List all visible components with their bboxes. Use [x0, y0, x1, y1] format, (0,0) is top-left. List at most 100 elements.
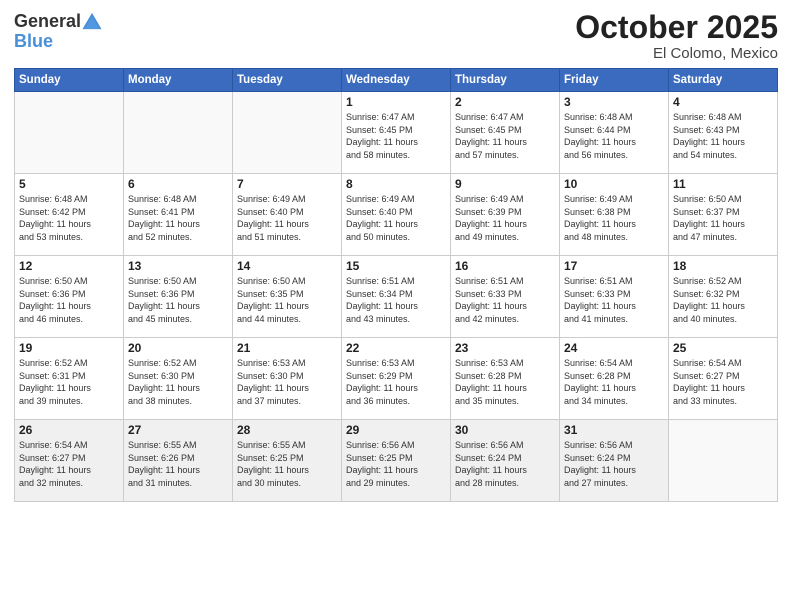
- day-number: 28: [237, 423, 337, 437]
- day-number: 4: [673, 95, 773, 109]
- day-number: 24: [564, 341, 664, 355]
- day-info: Sunrise: 6:49 AM Sunset: 6:40 PM Dayligh…: [346, 193, 446, 243]
- day-number: 10: [564, 177, 664, 191]
- day-info: Sunrise: 6:52 AM Sunset: 6:31 PM Dayligh…: [19, 357, 119, 407]
- table-row: 26 Sunrise: 6:54 AM Sunset: 6:27 PM Dayli…: [15, 420, 124, 502]
- day-info: Sunrise: 6:54 AM Sunset: 6:28 PM Dayligh…: [564, 357, 664, 407]
- day-number: 26: [19, 423, 119, 437]
- table-row: 29Sunrise: 6:56 AM Sunset: 6:25 PM Dayli…: [342, 420, 451, 502]
- table-row: 27 Sunrise: 6:55 AM Sunset: 6:26 PM Dayli…: [124, 420, 233, 502]
- calendar-header-row: Sunday Monday Tuesday Wednesday Thursday…: [15, 69, 778, 92]
- day-number: 7: [237, 177, 337, 191]
- logo: General Blue: [14, 10, 103, 50]
- page: General Blue October 2025 El Colomo, Mex…: [0, 0, 792, 612]
- logo-blue: Blue: [14, 32, 53, 50]
- calendar: Sunday Monday Tuesday Wednesday Thursday…: [14, 68, 778, 502]
- col-saturday: Saturday: [669, 69, 778, 92]
- table-row: [124, 92, 233, 174]
- table-row: 30 Sunrise: 6:56 AM Sunset: 6:24 PM Dayli…: [451, 420, 560, 502]
- day-info: Sunrise: 6:55 AM Sunset: 6:26 PM Dayligh…: [128, 439, 228, 489]
- col-monday: Monday: [124, 69, 233, 92]
- day-number: 29: [346, 423, 446, 437]
- table-row: 1 Sunrise: 6:47 AM Sunset: 6:45 PM Daylig…: [342, 92, 451, 174]
- day-info: Sunrise: 6:56 AM Sunset: 6:24 PM Dayligh…: [455, 439, 555, 489]
- table-row: 3 Sunrise: 6:48 AM Sunset: 6:44 PM Daylig…: [560, 92, 669, 174]
- table-row: 8 Sunrise: 6:49 AM Sunset: 6:40 PM Daylig…: [342, 174, 451, 256]
- day-number: 18: [673, 259, 773, 273]
- day-number: 3: [564, 95, 664, 109]
- calendar-week-2: 5 Sunrise: 6:48 AM Sunset: 6:42 PM Daylig…: [15, 174, 778, 256]
- day-number: 15: [346, 259, 446, 273]
- title-block: October 2025 El Colomo, Mexico: [575, 10, 778, 62]
- col-sunday: Sunday: [15, 69, 124, 92]
- month-title: October 2025: [575, 10, 778, 45]
- day-number: 22: [346, 341, 446, 355]
- table-row: [669, 420, 778, 502]
- day-number: 9: [455, 177, 555, 191]
- day-number: 30: [455, 423, 555, 437]
- table-row: [15, 92, 124, 174]
- table-row: 23Sunrise: 6:53 AM Sunset: 6:28 PM Dayli…: [451, 338, 560, 420]
- day-info: Sunrise: 6:47 AM Sunset: 6:45 PM Dayligh…: [346, 111, 446, 161]
- table-row: 5 Sunrise: 6:48 AM Sunset: 6:42 PM Daylig…: [15, 174, 124, 256]
- day-number: 1: [346, 95, 446, 109]
- day-info: Sunrise: 6:48 AM Sunset: 6:43 PM Dayligh…: [673, 111, 773, 161]
- table-row: 19 Sunrise: 6:52 AM Sunset: 6:31 PM Dayli…: [15, 338, 124, 420]
- table-row: 13 Sunrise: 6:50 AM Sunset: 6:36 PM Dayli…: [124, 256, 233, 338]
- day-number: 8: [346, 177, 446, 191]
- table-row: 4 Sunrise: 6:48 AM Sunset: 6:43 PM Daylig…: [669, 92, 778, 174]
- table-row: 2Sunrise: 6:47 AM Sunset: 6:45 PM Daylig…: [451, 92, 560, 174]
- day-info: Sunrise: 6:55 AM Sunset: 6:25 PM Dayligh…: [237, 439, 337, 489]
- day-number: 27: [128, 423, 228, 437]
- calendar-week-3: 12 Sunrise: 6:50 AM Sunset: 6:36 PM Dayli…: [15, 256, 778, 338]
- day-number: 6: [128, 177, 228, 191]
- table-row: 10 Sunrise: 6:49 AM Sunset: 6:38 PM Dayli…: [560, 174, 669, 256]
- table-row: [233, 92, 342, 174]
- day-info: Sunrise: 6:53 AM Sunset: 6:30 PM Dayligh…: [237, 357, 337, 407]
- day-info: Sunrise: 6:50 AM Sunset: 6:37 PM Dayligh…: [673, 193, 773, 243]
- day-info: Sunrise: 6:51 AM Sunset: 6:34 PM Dayligh…: [346, 275, 446, 325]
- day-info: Sunrise: 6:49 AM Sunset: 6:38 PM Dayligh…: [564, 193, 664, 243]
- header: General Blue October 2025 El Colomo, Mex…: [14, 10, 778, 62]
- day-info: Sunrise: 6:51 AM Sunset: 6:33 PM Dayligh…: [455, 275, 555, 325]
- col-friday: Friday: [560, 69, 669, 92]
- day-info: Sunrise: 6:54 AM Sunset: 6:27 PM Dayligh…: [673, 357, 773, 407]
- table-row: 24 Sunrise: 6:54 AM Sunset: 6:28 PM Dayli…: [560, 338, 669, 420]
- col-thursday: Thursday: [451, 69, 560, 92]
- day-info: Sunrise: 6:48 AM Sunset: 6:42 PM Dayligh…: [19, 193, 119, 243]
- day-number: 5: [19, 177, 119, 191]
- day-info: Sunrise: 6:50 AM Sunset: 6:36 PM Dayligh…: [128, 275, 228, 325]
- day-info: Sunrise: 6:51 AM Sunset: 6:33 PM Dayligh…: [564, 275, 664, 325]
- day-number: 14: [237, 259, 337, 273]
- day-info: Sunrise: 6:53 AM Sunset: 6:28 PM Dayligh…: [455, 357, 555, 407]
- day-number: 2: [455, 95, 555, 109]
- day-info: Sunrise: 6:50 AM Sunset: 6:35 PM Dayligh…: [237, 275, 337, 325]
- table-row: 6 Sunrise: 6:48 AM Sunset: 6:41 PM Daylig…: [124, 174, 233, 256]
- day-info: Sunrise: 6:50 AM Sunset: 6:36 PM Dayligh…: [19, 275, 119, 325]
- day-info: Sunrise: 6:48 AM Sunset: 6:41 PM Dayligh…: [128, 193, 228, 243]
- table-row: 21 Sunrise: 6:53 AM Sunset: 6:30 PM Dayli…: [233, 338, 342, 420]
- day-number: 21: [237, 341, 337, 355]
- table-row: 12 Sunrise: 6:50 AM Sunset: 6:36 PM Dayli…: [15, 256, 124, 338]
- col-wednesday: Wednesday: [342, 69, 451, 92]
- table-row: 18 Sunrise: 6:52 AM Sunset: 6:32 PM Dayli…: [669, 256, 778, 338]
- day-info: Sunrise: 6:52 AM Sunset: 6:32 PM Dayligh…: [673, 275, 773, 325]
- calendar-week-5: 26 Sunrise: 6:54 AM Sunset: 6:27 PM Dayli…: [15, 420, 778, 502]
- table-row: 16Sunrise: 6:51 AM Sunset: 6:33 PM Dayli…: [451, 256, 560, 338]
- day-info: Sunrise: 6:54 AM Sunset: 6:27 PM Dayligh…: [19, 439, 119, 489]
- table-row: 31Sunrise: 6:56 AM Sunset: 6:24 PM Dayli…: [560, 420, 669, 502]
- day-number: 17: [564, 259, 664, 273]
- logo-general: General: [14, 12, 81, 30]
- day-info: Sunrise: 6:48 AM Sunset: 6:44 PM Dayligh…: [564, 111, 664, 161]
- calendar-week-4: 19 Sunrise: 6:52 AM Sunset: 6:31 PM Dayli…: [15, 338, 778, 420]
- day-info: Sunrise: 6:53 AM Sunset: 6:29 PM Dayligh…: [346, 357, 446, 407]
- day-number: 13: [128, 259, 228, 273]
- table-row: 11Sunrise: 6:50 AM Sunset: 6:37 PM Dayli…: [669, 174, 778, 256]
- day-number: 20: [128, 341, 228, 355]
- table-row: 22 Sunrise: 6:53 AM Sunset: 6:29 PM Dayli…: [342, 338, 451, 420]
- day-number: 12: [19, 259, 119, 273]
- table-row: 9Sunrise: 6:49 AM Sunset: 6:39 PM Daylig…: [451, 174, 560, 256]
- day-number: 19: [19, 341, 119, 355]
- day-info: Sunrise: 6:49 AM Sunset: 6:40 PM Dayligh…: [237, 193, 337, 243]
- table-row: 14 Sunrise: 6:50 AM Sunset: 6:35 PM Dayli…: [233, 256, 342, 338]
